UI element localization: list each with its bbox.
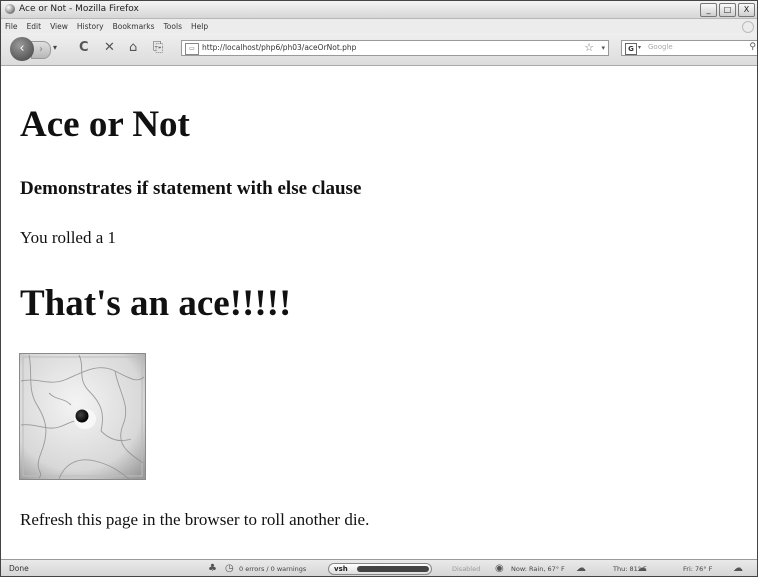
menu-bookmarks[interactable]: Bookmarks	[113, 22, 155, 31]
search-bar[interactable]: G ▾ Google ⚲	[621, 40, 757, 56]
bookmark-page-icon[interactable]: ⎘	[153, 40, 163, 55]
menu-tools[interactable]: Tools	[164, 22, 182, 31]
ace-message: That's an ace!!!!!	[20, 283, 292, 324]
error-console-icon[interactable]: ◷	[225, 563, 234, 574]
menu-view[interactable]: View	[50, 22, 68, 31]
title-bar: Ace or Not - Mozilla Firefox _ □ X	[1, 1, 757, 19]
vsh-label: vsh	[334, 565, 348, 573]
firefox-icon	[5, 4, 15, 14]
disabled-label[interactable]: Disabled	[452, 565, 480, 573]
addon-icon[interactable]: ♣	[208, 563, 217, 574]
home-icon[interactable]: ⌂	[129, 40, 137, 55]
cloud-icon: ☁	[637, 563, 647, 574]
die-image	[19, 353, 146, 480]
search-input[interactable]: Google	[648, 43, 673, 51]
menu-edit[interactable]: Edit	[27, 22, 42, 31]
menu-help[interactable]: Help	[191, 22, 208, 31]
browser-window: Ace or Not - Mozilla Firefox _ □ X File …	[0, 0, 758, 577]
window-title: Ace or Not - Mozilla Firefox	[19, 4, 139, 14]
refresh-instruction-text: Refresh this page in the browser to roll…	[20, 510, 370, 529]
bookmark-star-icon[interactable]: ☆	[584, 41, 594, 54]
history-dropdown-icon[interactable]: ▾	[53, 43, 57, 52]
menu-search-icon	[742, 21, 754, 33]
url-text[interactable]: http://localhost/php6/ph03/aceOrNot.php	[202, 43, 356, 52]
status-text: Done	[9, 564, 29, 573]
reload-icon[interactable]: C	[79, 40, 89, 55]
vsh-bar	[357, 566, 429, 572]
page-subtitle: Demonstrates if statement with else clau…	[20, 178, 362, 199]
back-button[interactable]: ‹	[10, 37, 34, 61]
cloud-icon-2: ☁	[733, 563, 743, 574]
minimize-button[interactable]: _	[700, 3, 717, 17]
stop-icon[interactable]: ✕	[104, 40, 115, 55]
search-icon[interactable]: ⚲	[749, 42, 756, 52]
menu-history[interactable]: History	[77, 22, 104, 31]
site-identity-icon[interactable]: ▭	[185, 43, 199, 55]
weather-fri[interactable]: Fri: 76° F	[683, 565, 712, 573]
status-bar: Done ♣ ◷ 0 errors / 0 warnings vsh Disab…	[1, 559, 757, 576]
error-count[interactable]: 0 errors / 0 warnings	[239, 565, 306, 573]
search-engine-icon[interactable]: G	[625, 43, 637, 55]
page-content: Ace or Not Demonstrates if statement wit…	[1, 67, 757, 559]
menu-bar: File Edit View History Bookmarks Tools H…	[1, 19, 757, 33]
cloud-rain-icon: ☁	[576, 563, 586, 574]
globe-icon[interactable]: ◉	[495, 563, 504, 574]
page-title: Ace or Not	[20, 104, 190, 145]
roll-result-text: You rolled a 1	[20, 228, 117, 247]
vsh-addon-widget[interactable]: vsh	[328, 563, 432, 575]
window-controls: _ □ X	[700, 3, 755, 17]
url-bar[interactable]: ▭ http://localhost/php6/ph03/aceOrNot.ph…	[181, 40, 609, 56]
search-engine-dropdown-icon[interactable]: ▾	[638, 44, 641, 51]
close-button[interactable]: X	[738, 3, 755, 17]
weather-now[interactable]: Now: Rain, 67° F	[511, 565, 565, 573]
url-dropdown-icon[interactable]: ▾	[601, 44, 605, 52]
navigation-toolbar: › ‹ ▾ C ✕ ⌂ ⎘ ▭ http://localhost/php6/ph…	[1, 33, 757, 66]
menu-file[interactable]: File	[5, 22, 18, 31]
maximize-button[interactable]: □	[719, 3, 736, 17]
forward-button[interactable]: ›	[31, 41, 51, 59]
